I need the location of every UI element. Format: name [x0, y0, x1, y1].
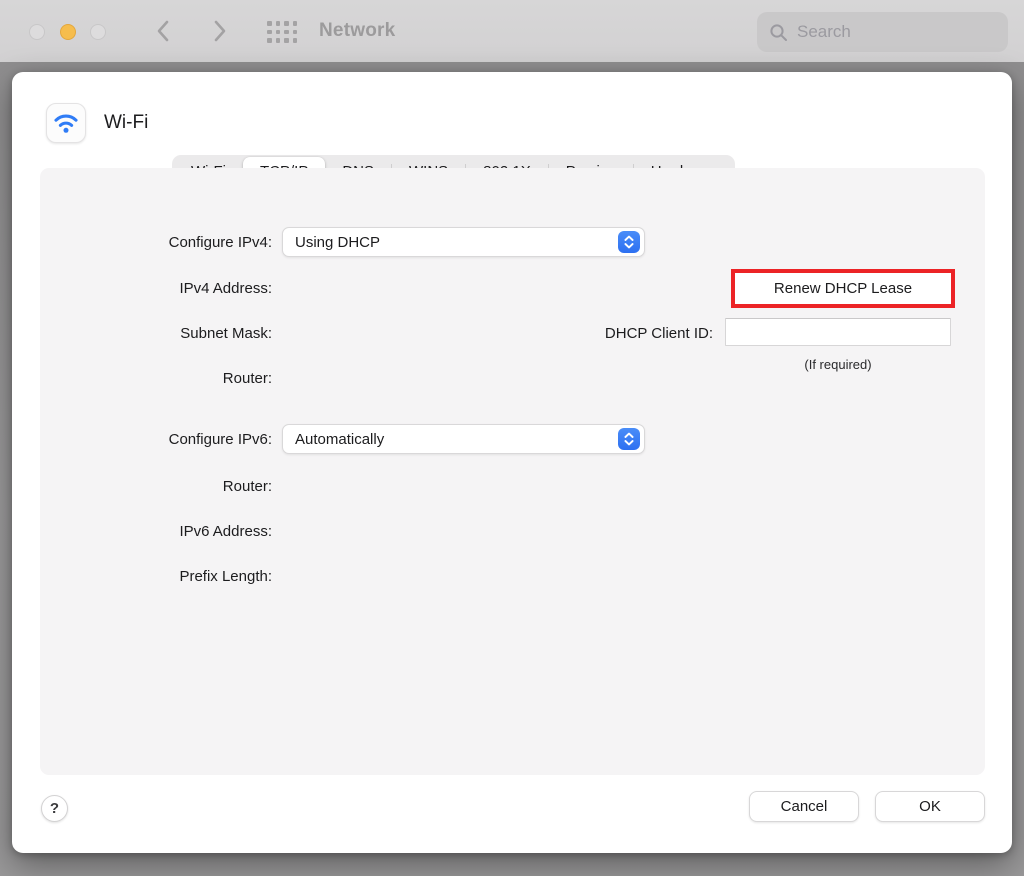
back-button[interactable]: [150, 18, 174, 44]
search-icon: [769, 23, 788, 42]
wifi-settings-sheet: Wi-Fi Wi-Fi TCP/IP DNS WINS 802.1X Proxi…: [12, 72, 1012, 853]
search-field[interactable]: [757, 12, 1008, 52]
window-titlebar: Network: [0, 0, 1024, 62]
configure-ipv6-value: Automatically: [295, 431, 384, 448]
ipv6-router-label: Router:: [72, 478, 272, 495]
wifi-icon: [46, 103, 86, 143]
annotation-highlight-red-box: Renew DHCP Lease: [731, 269, 955, 308]
dhcp-client-id-hint: (If required): [725, 357, 951, 372]
configure-ipv6-popup[interactable]: Automatically: [282, 424, 645, 454]
show-all-grid-icon[interactable]: [267, 21, 298, 43]
zoom-button[interactable]: [90, 24, 106, 40]
cancel-button[interactable]: Cancel: [749, 791, 859, 822]
dhcp-client-id-label: DHCP Client ID:: [512, 325, 713, 342]
ipv4-router-label: Router:: [72, 370, 272, 387]
search-input[interactable]: [797, 22, 1018, 42]
ipv6-address-label: IPv6 Address:: [72, 523, 272, 540]
chevron-right-icon: [214, 20, 227, 42]
chevron-left-icon: [156, 20, 169, 42]
minimize-button[interactable]: [60, 24, 76, 40]
prefix-length-label: Prefix Length:: [72, 568, 272, 585]
configure-ipv4-popup[interactable]: Using DHCP: [282, 227, 645, 257]
close-button[interactable]: [29, 24, 45, 40]
dhcp-client-id-input[interactable]: [725, 318, 951, 346]
renew-dhcp-lease-button[interactable]: Renew DHCP Lease: [735, 273, 951, 304]
configure-ipv4-value: Using DHCP: [295, 234, 380, 251]
tcpip-panel: [40, 168, 985, 775]
chevron-up-down-icon: [618, 231, 640, 253]
service-title: Wi-Fi: [104, 112, 148, 134]
window-title: Network: [319, 0, 395, 62]
chevron-up-down-icon: [618, 428, 640, 450]
forward-button[interactable]: [208, 18, 232, 44]
ok-button[interactable]: OK: [875, 791, 985, 822]
help-button[interactable]: ?: [41, 795, 68, 822]
ipv4-address-label: IPv4 Address:: [72, 280, 272, 297]
configure-ipv4-label: Configure IPv4:: [72, 234, 272, 251]
configure-ipv6-label: Configure IPv6:: [72, 431, 272, 448]
subnet-mask-label: Subnet Mask:: [72, 325, 272, 342]
